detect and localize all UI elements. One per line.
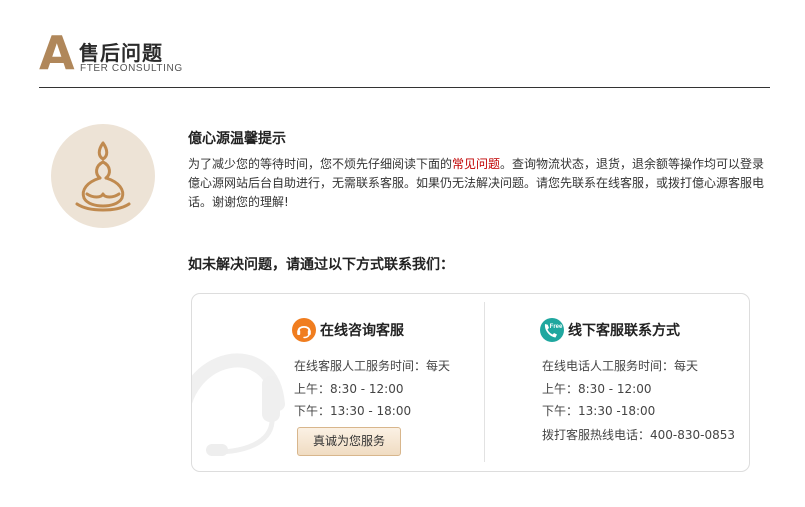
hotline-number[interactable]: 拨打客服热线电话：400-830-0853 (542, 426, 735, 443)
contact-heading: 如未解决问题，请通过以下方式联系我们： (188, 257, 454, 273)
contact-panel: 在线咨询客服 在线客服人工服务时间：每天 上午：8:30 - 12:00 下午：… (191, 293, 750, 472)
online-service-title: 在线咨询客服 (320, 323, 404, 339)
offline-hours-label: 在线电话人工服务时间：每天 (542, 359, 699, 373)
faq-link[interactable]: 常见问题 (452, 157, 500, 171)
panel-divider (484, 302, 485, 462)
offline-service-header: Free 线下客服联系方式 (540, 318, 680, 344)
online-service-button[interactable]: 真诚为您服务 (297, 427, 401, 456)
online-service-header: 在线咨询客服 (292, 318, 404, 344)
headset-chat-icon (292, 318, 316, 342)
offline-service-title: 线下客服联系方式 (568, 323, 680, 339)
page-header: A 售后问题 FTER CONSULTING (0, 0, 805, 90)
page-title: 售后问题 (79, 41, 163, 65)
tip-badge (51, 124, 155, 228)
online-morning-hours: 上午：8:30 - 12:00 (294, 382, 404, 396)
online-hours-label: 在线客服人工服务时间：每天 (294, 359, 451, 373)
header-divider (39, 87, 770, 88)
free-phone-label: Free (550, 324, 563, 330)
tip-body: 为了减少您的等待时间，您不烦先仔细阅读下面的常见问题。查询物流状态，退货，退余额… (188, 155, 770, 212)
meditating-buddha-icon (75, 141, 131, 212)
offline-morning-hours: 上午：8:30 - 12:00 (542, 382, 652, 396)
brand-logo-letter: A (39, 26, 75, 80)
tip-text-start: 为了减少您的等待时间，您不烦先仔细阅读下面的 (188, 157, 453, 171)
free-phone-icon: Free (540, 318, 564, 342)
page-subtitle: FTER CONSULTING (80, 63, 183, 74)
online-afternoon-hours: 下午：13:30 - 18:00 (294, 404, 412, 418)
tip-title: 億心源温馨提示 (188, 131, 286, 147)
offline-afternoon-hours: 下午：13:30 -18:00 (542, 404, 656, 418)
